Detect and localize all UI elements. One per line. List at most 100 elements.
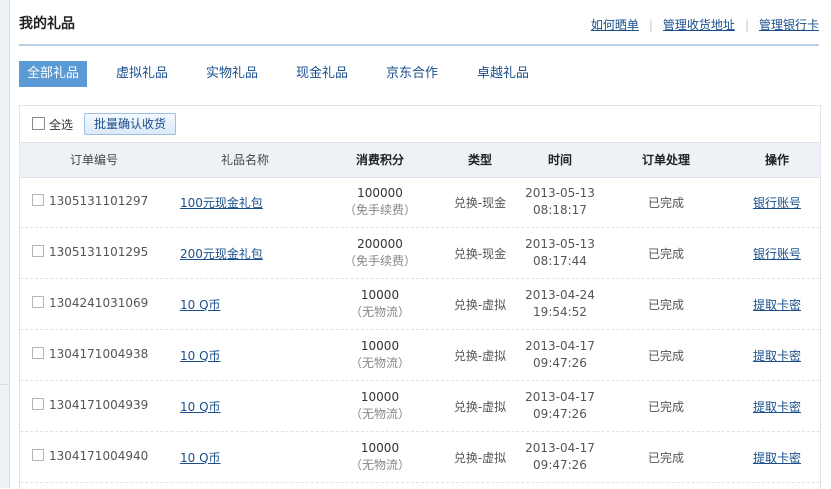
gift-name-link[interactable]: 10 Q币 xyxy=(180,449,221,466)
page-header: 我的礼品 如何晒单 | 管理收货地址 | 管理银行卡 xyxy=(19,0,819,46)
order-status: 已完成 xyxy=(647,349,684,363)
gift-name-link[interactable]: 10 Q币 xyxy=(180,296,221,313)
extract-card-code-link[interactable]: 提取卡密 xyxy=(737,449,817,466)
row-checkbox[interactable] xyxy=(32,245,44,257)
tab-all-gifts[interactable]: 全部礼品 xyxy=(19,61,88,87)
left-sidebar-panel xyxy=(0,8,9,385)
points-cell: 10000 （无物流） xyxy=(340,287,420,321)
order-status: 已完成 xyxy=(647,400,684,414)
order-number: 1305131101297 xyxy=(49,194,149,208)
page-title: 我的礼品 xyxy=(19,16,75,32)
order-time: 2013-05-13 08:18:17 xyxy=(520,185,600,219)
order-time: 2013-04-17 09:47:26 xyxy=(520,338,600,372)
points-cell: 10000 （无物流） xyxy=(340,389,420,423)
row-checkbox[interactable] xyxy=(32,194,44,206)
order-type: 兑换-虚拟 xyxy=(453,400,507,414)
batch-confirm-receipt-button[interactable]: 批量确认收货 xyxy=(84,113,177,135)
table-row: 1305131101295 200元现金礼包 200000 （免手续费） 兑换-现… xyxy=(20,227,820,279)
order-time: 2013-04-17 09:47:26 xyxy=(520,440,600,474)
select-all-label: 全选 xyxy=(49,118,74,132)
extract-card-code-link[interactable]: 提取卡密 xyxy=(737,296,817,313)
column-header-order-no: 订单编号 xyxy=(69,153,118,167)
order-status: 已完成 xyxy=(647,298,684,312)
points-cell: 100000 （免手续费） xyxy=(340,185,420,219)
table-row: 1304171004939 10 Q币 10000 （无物流） 兑换-虚拟 201… xyxy=(20,380,820,432)
table-row: 1305131101297 100元现金礼包 100000 （免手续费） 兑换-现… xyxy=(20,176,820,228)
order-type: 兑换-虚拟 xyxy=(453,451,507,465)
order-clock: 19:54:52 xyxy=(533,305,587,319)
link-separator: | xyxy=(648,18,653,32)
column-header-time: 时间 xyxy=(547,153,572,167)
points-value: 10000 xyxy=(360,339,400,353)
order-date: 2013-05-13 xyxy=(525,186,595,200)
table-header: 订单编号 礼品名称 消费积分 类型 时间 订单处理 操作 xyxy=(20,142,820,178)
points-note: （无物流） xyxy=(349,305,410,319)
link-separator: | xyxy=(744,18,749,32)
table-row: 1304171004940 10 Q币 10000 （无物流） 兑换-虚拟 201… xyxy=(20,431,820,483)
row-checkbox[interactable] xyxy=(32,347,44,359)
order-number: 1304241031069 xyxy=(49,296,149,310)
table-row: 1304171004938 10 Q币 10000 （无物流） 兑换-虚拟 201… xyxy=(20,329,820,381)
tab-joyo-gifts[interactable]: 卓越礼品 xyxy=(477,61,529,87)
manage-address-link[interactable]: 管理收货地址 xyxy=(663,18,735,32)
gift-name-link[interactable]: 10 Q币 xyxy=(180,347,221,364)
order-time: 2013-04-24 19:54:52 xyxy=(520,287,600,321)
row-checkbox[interactable] xyxy=(32,449,44,461)
gift-name-link[interactable]: 10 Q币 xyxy=(180,398,221,415)
points-cell: 10000 （无物流） xyxy=(340,440,420,474)
extract-card-code-link[interactable]: 提取卡密 xyxy=(737,398,817,415)
order-number: 1304171004939 xyxy=(49,398,149,412)
order-number: 1304171004940 xyxy=(49,449,149,463)
points-note: （无物流） xyxy=(349,356,410,370)
column-header-type: 类型 xyxy=(467,153,492,167)
gift-name-link[interactable]: 200元现金礼包 xyxy=(180,245,263,262)
order-number: 1304171004938 xyxy=(49,347,149,361)
extract-card-code-link[interactable]: 提取卡密 xyxy=(737,347,817,364)
points-note: （免手续费） xyxy=(343,254,416,268)
order-type: 兑换-现金 xyxy=(453,247,507,261)
column-header-points: 消费积分 xyxy=(355,153,404,167)
points-value: 10000 xyxy=(360,390,400,404)
column-header-gift-name: 礼品名称 xyxy=(220,153,269,167)
order-time: 2013-04-17 09:47:26 xyxy=(520,389,600,423)
row-checkbox[interactable] xyxy=(32,296,44,308)
order-status: 已完成 xyxy=(647,451,684,465)
order-clock: 08:18:17 xyxy=(533,203,587,217)
points-value: 200000 xyxy=(357,237,403,251)
tab-virtual-gifts[interactable]: 虚拟礼品 xyxy=(116,61,168,87)
bank-account-link[interactable]: 银行账号 xyxy=(737,194,817,211)
order-clock: 08:17:44 xyxy=(533,254,587,268)
tab-physical-gifts[interactable]: 实物礼品 xyxy=(206,61,258,87)
points-cell: 200000 （免手续费） xyxy=(340,236,420,270)
order-status: 已完成 xyxy=(647,196,684,210)
order-type: 兑换-现金 xyxy=(453,196,507,210)
row-checkbox[interactable] xyxy=(32,398,44,410)
order-clock: 09:47:26 xyxy=(533,356,587,370)
order-number: 1305131101295 xyxy=(49,245,149,259)
order-date: 2013-04-17 xyxy=(525,441,595,455)
manage-bank-card-link[interactable]: 管理银行卡 xyxy=(759,18,819,32)
order-time: 2013-05-13 08:17:44 xyxy=(520,236,600,270)
column-header-order-status: 订单处理 xyxy=(641,153,690,167)
gift-name-link[interactable]: 100元现金礼包 xyxy=(180,194,263,211)
order-clock: 09:47:26 xyxy=(533,407,587,421)
header-links: 如何晒单 | 管理收货地址 | 管理银行卡 xyxy=(591,16,819,33)
table-row: 1304241031069 10 Q币 10000 （无物流） 兑换-虚拟 201… xyxy=(20,278,820,330)
order-date: 2013-04-24 xyxy=(525,288,595,302)
tab-jd-partner[interactable]: 京东合作 xyxy=(386,61,438,87)
tab-cash-gifts[interactable]: 现金礼品 xyxy=(296,61,348,87)
how-to-share-link[interactable]: 如何晒单 xyxy=(591,18,639,32)
points-value: 10000 xyxy=(360,288,400,302)
order-clock: 09:47:26 xyxy=(533,458,587,472)
points-note: （无物流） xyxy=(349,458,410,472)
points-note: （无物流） xyxy=(349,407,410,421)
order-date: 2013-05-13 xyxy=(525,237,595,251)
select-all-checkbox[interactable] xyxy=(32,117,45,130)
points-cell: 10000 （无物流） xyxy=(340,338,420,372)
order-date: 2013-04-17 xyxy=(525,339,595,353)
column-header-actions: 操作 xyxy=(764,153,789,167)
points-value: 10000 xyxy=(360,441,400,455)
bank-account-link[interactable]: 银行账号 xyxy=(737,245,817,262)
orders-toolbar: 全选 批量确认收货 xyxy=(20,106,820,142)
order-type: 兑换-虚拟 xyxy=(453,298,507,312)
